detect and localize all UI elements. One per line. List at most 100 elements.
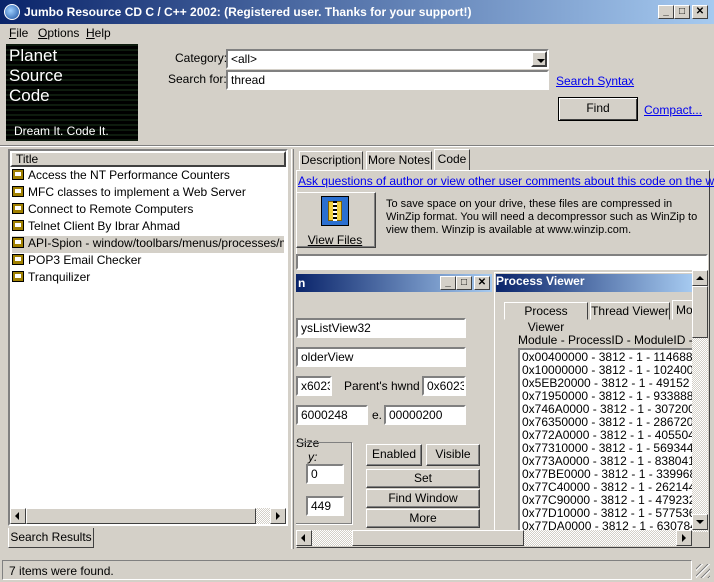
- spy-style-field: 6000248: [296, 405, 368, 425]
- planet-source-code-logo: Planet Source Code Dream It. Code It.: [6, 44, 138, 141]
- spy-find-window-button: Find Window: [366, 489, 480, 508]
- spy-window-title-text: n: [298, 276, 306, 290]
- code-item-icon: [12, 271, 24, 282]
- app-icon: [4, 4, 20, 20]
- menu-file[interactable]: File: [9, 26, 28, 40]
- list-item-label: Connect to Remote Computers: [28, 202, 194, 216]
- spy-close-icon: ✕: [474, 276, 490, 290]
- list-item[interactable]: API-Spion - window/toolbars/menus/proces…: [12, 236, 284, 253]
- menu-bar: File Options Help: [0, 24, 714, 42]
- preview-hscrollbar[interactable]: [296, 530, 692, 546]
- list-item[interactable]: POP3 Email Checker: [12, 253, 284, 270]
- title-column-header[interactable]: Title: [10, 151, 286, 167]
- preview-scroll-left-icon[interactable]: [296, 530, 312, 546]
- spy-visible-button: Visible: [426, 444, 480, 466]
- list-item[interactable]: Tranquilizer: [12, 270, 284, 287]
- chevron-down-icon[interactable]: [531, 51, 547, 67]
- pv-module-list: 0x00400000 - 3812 - 1 - 114688 - 650x100…: [518, 348, 692, 532]
- list-item[interactable]: Access the NT Performance Counters: [12, 168, 284, 185]
- list-item-label: MFC classes to implement a Web Server: [28, 185, 246, 199]
- spy-window-title: n _ □ ✕: [296, 274, 492, 292]
- process-viewer-title: Process Viewer: [496, 274, 692, 292]
- spy-y-field: 0: [306, 464, 344, 484]
- size-grip-icon[interactable]: [696, 564, 710, 578]
- spy-more-button: More: [366, 509, 480, 528]
- spy-parent-field: 0x6023: [422, 376, 466, 396]
- category-select[interactable]: <all>: [226, 49, 549, 69]
- comments-link[interactable]: Ask questions of author or view other us…: [298, 174, 714, 188]
- search-syntax-link[interactable]: Search Syntax: [556, 74, 634, 88]
- category-value: <all>: [231, 52, 258, 66]
- view-files-button[interactable]: View Files: [296, 192, 376, 248]
- vscroll-thumb[interactable]: [692, 286, 708, 338]
- pv-tab-modules: Mo: [672, 300, 692, 320]
- code-item-icon: [12, 203, 24, 214]
- compact-link[interactable]: Compact...: [644, 103, 702, 117]
- preview-vscrollbar[interactable]: [692, 270, 708, 532]
- search-label: Search for:: [168, 72, 227, 86]
- preview-hscroll-thumb[interactable]: [352, 530, 524, 546]
- scroll-down-icon[interactable]: [692, 514, 708, 530]
- preview-image: n _ □ ✕ ysListView32 olderView x6023 Par…: [296, 270, 692, 532]
- spy-enabled-button: Enabled: [366, 444, 422, 466]
- scroll-thumb[interactable]: [26, 508, 256, 524]
- scroll-left-icon[interactable]: [10, 508, 26, 524]
- spy-exstyle-field: 00000200: [384, 405, 466, 425]
- spy-name-field: olderView: [296, 347, 466, 367]
- category-label: Category:: [175, 51, 228, 65]
- spy-minimize-icon: _: [440, 276, 456, 290]
- winzip-icon: [321, 196, 349, 226]
- scroll-up-icon[interactable]: [692, 270, 708, 286]
- status-text: 7 items were found.: [2, 560, 692, 580]
- spy-hwnd-field: x6023: [296, 376, 332, 396]
- tab-search-results[interactable]: Search Results: [8, 528, 94, 548]
- tab-description[interactable]: Description: [299, 151, 363, 170]
- code-item-icon: [12, 220, 24, 231]
- logo-tagline: Dream It. Code It.: [14, 124, 109, 138]
- spy-maximize-icon: □: [456, 276, 472, 290]
- code-item-icon: [12, 254, 24, 265]
- window-title: Jumbo Resource CD C / C++ 2002: (Registe…: [24, 5, 472, 19]
- preview-header: [296, 254, 708, 270]
- list-item-label: Tranquilizer: [28, 270, 91, 284]
- code-item-icon: [12, 169, 24, 180]
- tab-code[interactable]: Code: [434, 149, 470, 171]
- logo-line-2: Source: [9, 66, 63, 85]
- preview-scroll-right-icon[interactable]: [676, 530, 692, 546]
- list-item-label: POP3 Email Checker: [28, 253, 142, 267]
- spy-y-label: y:: [308, 450, 318, 464]
- list-item-label: Telnet Client By Ibrar Ahmad: [28, 219, 181, 233]
- search-input[interactable]: thread: [226, 70, 549, 90]
- list-item[interactable]: Telnet Client By Ibrar Ahmad: [12, 219, 284, 236]
- menu-help[interactable]: Help: [86, 26, 111, 40]
- spy-exstyle-label: e.: [372, 408, 383, 422]
- view-files-label: View Files: [307, 233, 363, 247]
- list-item[interactable]: Connect to Remote Computers: [12, 202, 284, 219]
- minimize-button[interactable]: _: [658, 5, 674, 19]
- results-hscrollbar[interactable]: [10, 508, 286, 524]
- spy-class-field: ysListView32: [296, 318, 466, 338]
- spy-cy-field: 449: [306, 496, 344, 516]
- close-button[interactable]: ✕: [692, 5, 708, 19]
- spy-set-button: Set: [366, 469, 480, 488]
- pv-tab-process-viewer: Process Viewer: [504, 302, 588, 334]
- tab-more-notes[interactable]: More Notes: [366, 151, 432, 170]
- separator: [0, 145, 714, 147]
- list-item[interactable]: MFC classes to implement a Web Server: [12, 185, 284, 202]
- scroll-right-icon[interactable]: [270, 508, 286, 524]
- status-bar: 7 items were found.: [0, 558, 714, 582]
- pv-tab-thread-viewer: Thread Viewer: [590, 302, 670, 320]
- maximize-button[interactable]: □: [674, 5, 690, 19]
- pv-column-header: Module - ProcessID - ModuleID - mod: [518, 333, 692, 347]
- code-item-icon: [12, 237, 24, 248]
- find-button[interactable]: Find: [558, 97, 638, 121]
- splitter[interactable]: [291, 149, 294, 549]
- menu-options[interactable]: Options: [38, 26, 79, 40]
- spy-parent-label: Parent's hwnd :: [344, 379, 427, 393]
- list-item-label: API-Spion - window/toolbars/menus/proces…: [28, 236, 284, 250]
- zip-note: To save space on your drive, these files…: [386, 198, 698, 236]
- code-item-icon: [12, 186, 24, 197]
- logo-line-1: Planet: [9, 46, 58, 65]
- logo-line-3: Code: [9, 86, 50, 105]
- list-item-label: Access the NT Performance Counters: [28, 168, 230, 182]
